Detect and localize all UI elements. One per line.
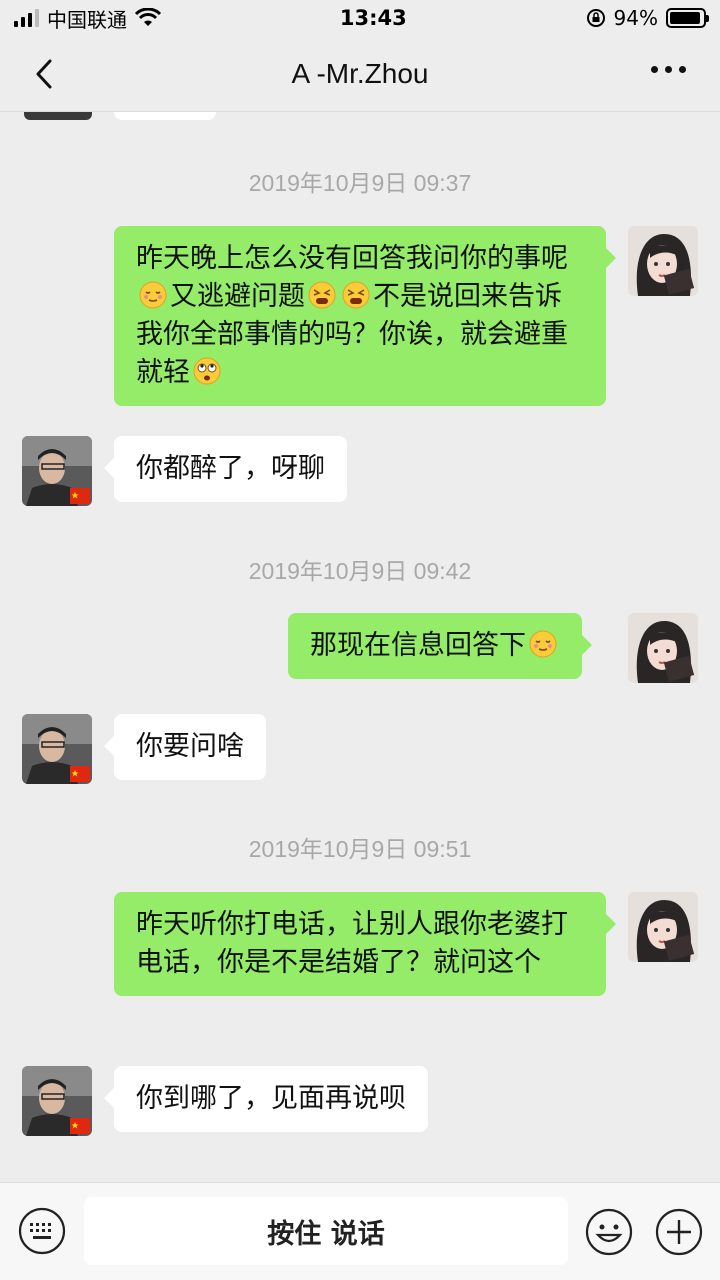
hold-to-talk-button[interactable]: 按住 说话 bbox=[84, 1197, 568, 1265]
carrier-label: 中国联通 bbox=[47, 7, 127, 32]
keyboard-icon[interactable] bbox=[18, 1207, 66, 1255]
message-bubble-sent[interactable]: 那现在信息回答下 bbox=[288, 613, 592, 679]
clock: 13:43 bbox=[339, 6, 407, 30]
plus-circle-icon[interactable] bbox=[654, 1207, 704, 1257]
avatar-self[interactable] bbox=[628, 613, 698, 683]
message-bubble-received[interactable]: 你都醉了，呀聊 bbox=[104, 436, 347, 502]
avatar-contact[interactable] bbox=[22, 1066, 92, 1136]
message-text: 昨天听你打电话，让别人跟你老婆打电话，你是不是结婚了？就问这个 bbox=[136, 909, 568, 978]
rotation-lock-icon bbox=[586, 9, 605, 27]
avatar-contact[interactable] bbox=[22, 436, 92, 506]
signal-icon bbox=[14, 9, 39, 27]
avatar-self[interactable] bbox=[628, 226, 698, 296]
more-dots-icon[interactable] bbox=[651, 66, 686, 73]
message-text: 又逃避问题 bbox=[170, 281, 305, 312]
timestamp: 2019年10月9日 09:51 bbox=[248, 836, 472, 862]
status-bar: 中国联通 13:43 94% bbox=[0, 0, 720, 36]
wifi-icon bbox=[135, 8, 161, 26]
battery-icon bbox=[666, 8, 709, 28]
rolling-eyes-emoji-icon bbox=[193, 357, 221, 385]
status-right: 94% bbox=[586, 6, 709, 30]
avatar-contact[interactable] bbox=[22, 714, 92, 784]
battery-percent: 94% bbox=[613, 6, 658, 30]
status-left: 中国联通 bbox=[14, 4, 161, 33]
timestamp: 2019年10月9日 09:37 bbox=[248, 170, 472, 196]
timestamp: 2019年10月9日 09:42 bbox=[248, 558, 472, 584]
message-text: 那现在信息回答下 bbox=[310, 630, 526, 661]
message-bubble-received[interactable] bbox=[114, 112, 216, 120]
message-text: 你到哪了，见面再说呗 bbox=[136, 1083, 406, 1114]
message-bubble-received[interactable]: 你到哪了，见面再说呗 bbox=[104, 1066, 428, 1132]
battery-fill bbox=[670, 12, 701, 24]
message-bubble-received[interactable]: 你要问啥 bbox=[104, 714, 266, 780]
avatar-self[interactable] bbox=[628, 892, 698, 962]
avatar bbox=[24, 112, 92, 120]
emoji-face-icon[interactable] bbox=[584, 1207, 634, 1257]
message-text: 昨天晚上怎么没有回答我问你的事呢 bbox=[136, 243, 568, 274]
message-text: 你要问啥 bbox=[136, 731, 244, 762]
chat-area[interactable]: 2019年10月9日 09:37 昨天晚上怎么没有回答我问你的事呢又逃避问题 不是… bbox=[0, 112, 720, 1182]
partial-message-row bbox=[0, 112, 720, 120]
chevron-left-icon[interactable] bbox=[28, 56, 64, 92]
relieved-emoji-icon bbox=[139, 281, 167, 309]
tired-emoji-icon bbox=[342, 281, 370, 309]
nav-bar: A -Mr.Zhou bbox=[0, 36, 720, 112]
message-bubble-sent[interactable]: 昨天听你打电话，让别人跟你老婆打电话，你是不是结婚了？就问这个 bbox=[114, 892, 616, 996]
chat-title: A -Mr.Zhou bbox=[291, 57, 429, 89]
message-bubble-sent[interactable]: 昨天晚上怎么没有回答我问你的事呢又逃避问题 不是说回来告诉我你全部事情的吗？你诶，… bbox=[114, 226, 616, 406]
message-text: 你都醉了，呀聊 bbox=[136, 453, 325, 484]
input-bar: 按住 说话 bbox=[0, 1182, 720, 1280]
relieved-emoji-icon bbox=[529, 630, 557, 658]
tired-emoji-icon bbox=[308, 281, 336, 309]
